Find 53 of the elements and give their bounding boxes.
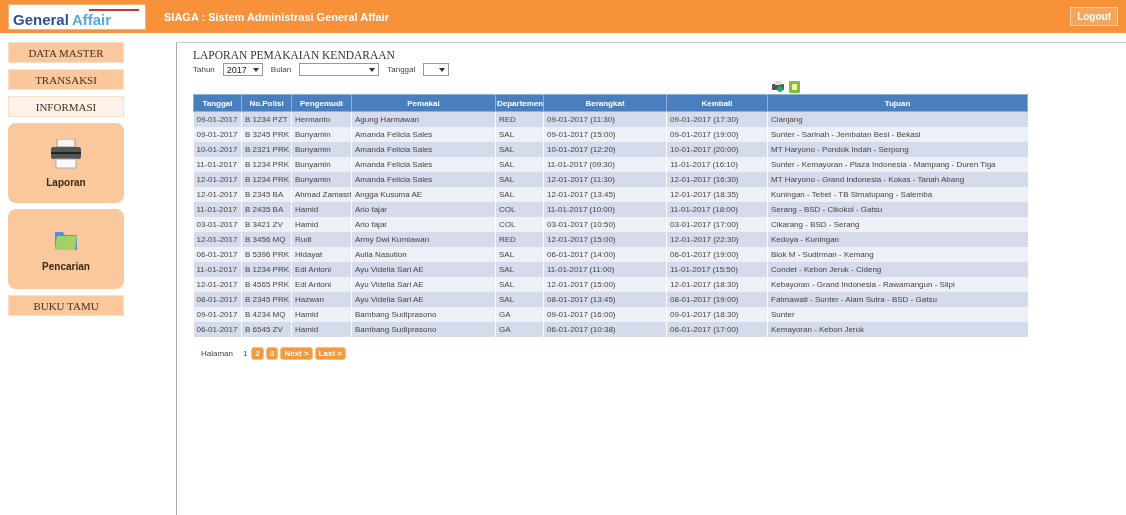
table-cell: 06-01-2017 — [193, 322, 242, 337]
menu-card[interactable]: Pencarian — [8, 209, 124, 289]
print-preview-icon[interactable] — [772, 81, 784, 92]
select-field[interactable] — [423, 63, 450, 76]
column-header: Departemen — [495, 94, 544, 112]
caret-icon — [252, 67, 259, 72]
column-header: Pemakai — [351, 94, 496, 112]
table-cell: Sunter - Kemayoran - Plaza Indonesia - Mampang - Duren Tiga — [767, 157, 1028, 172]
table-cell: Hamid — [291, 322, 352, 337]
table-cell: Fatmawati - Sunter - Alam Sutra - BSD - Gatsu — [767, 292, 1028, 307]
table-cell: 06-01-2017 (10:38) — [543, 322, 667, 337]
table-cell: Sunter - Sarinah - Jembatan Besi - Bekasi — [767, 127, 1028, 142]
menu-card-label: Laporan — [46, 176, 86, 188]
table-cell: Condet - Kebon Jeruk - Cideng — [767, 262, 1028, 277]
table-cell: Kebayoran - Grand Indonesia - Rawamangun - Slipi — [767, 277, 1028, 292]
app-title: SIAGA : Sistem Administrasi General Affair — [164, 10, 390, 23]
menu-item[interactable]: TRANSAKSI — [8, 69, 124, 90]
column-header: No.Polisi — [241, 94, 292, 112]
table-cell: Bambang Sudiprasono — [351, 322, 496, 337]
column-header: Tanggal — [193, 94, 242, 112]
column-header: Pengemudi — [291, 94, 352, 112]
column-header: Kembali — [666, 94, 768, 112]
caret-icon — [439, 67, 446, 72]
table-cell: Cianjang — [767, 111, 1028, 127]
table-cell: B 6545 ZV — [241, 322, 292, 337]
caret-icon — [369, 67, 376, 72]
report-title: LAPORAN PEMAKAIAN KENDARAAN — [193, 49, 396, 61]
printer-icon — [49, 138, 83, 169]
table-cell: GA — [495, 322, 544, 337]
menu-card-label: Pencarian — [42, 260, 90, 272]
filter-label: Tanggal — [387, 65, 416, 74]
select-field[interactable]: 2017 — [222, 63, 263, 76]
table-cell: Kedoya - Kuningan — [767, 232, 1028, 247]
table-cell: Cikarang - BSD - Serang — [767, 217, 1028, 232]
table-cell: Sunter — [767, 307, 1028, 322]
logo: General Affair — [8, 3, 146, 30]
table-cell: Blok M - Sudirman - Kemang — [767, 247, 1028, 262]
table-cell: Kuningan - Tebet - TB Simatupang - Salemba — [767, 187, 1028, 202]
filter-label: Bulan — [270, 65, 292, 74]
pagination-label: Halaman — [201, 349, 233, 358]
table-cell: MT Haryono - Pondok Indah - Serpong — [767, 142, 1028, 157]
menu-item[interactable]: INFORMASI — [8, 96, 124, 117]
current-page: 1 — [242, 349, 249, 358]
table-cell: Kemayoran - Kebon Jeruk — [767, 322, 1028, 337]
table-cell: Serang - BSD - Cikokol - Gatsu — [767, 202, 1028, 217]
menu-item[interactable]: BUKU TAMU — [8, 295, 124, 316]
menu-card[interactable]: Laporan — [8, 123, 124, 203]
table-cell: MT Haryono - Grand Indonesia - Kokas - Tanah Abang — [767, 172, 1028, 187]
column-header: Berangkat — [543, 94, 667, 112]
filter-label: Tahun — [193, 65, 215, 74]
select-field[interactable] — [299, 63, 380, 76]
table-cell: 06-01-2017 (17:00) — [666, 322, 768, 337]
menu-item[interactable]: DATA MASTER — [8, 42, 124, 63]
